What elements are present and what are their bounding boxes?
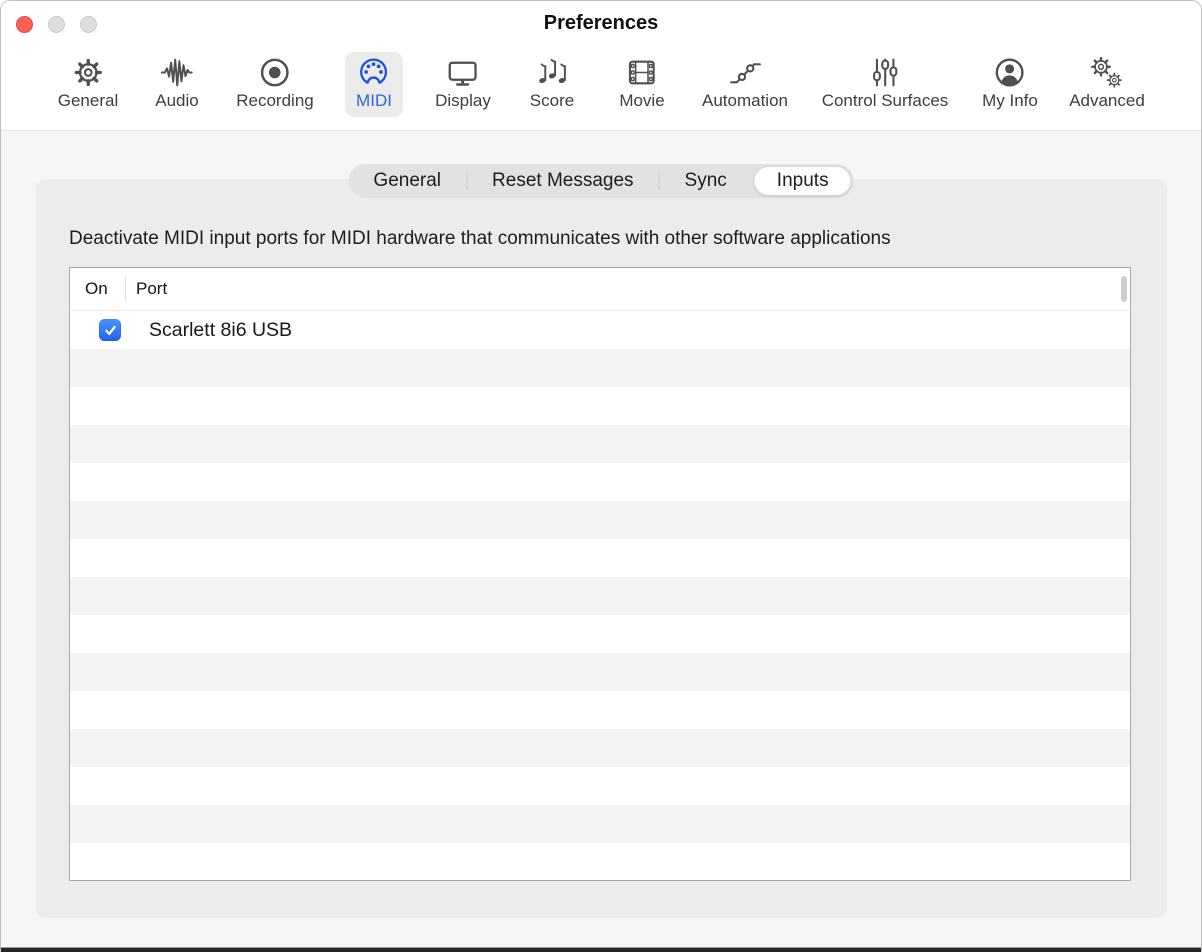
toolbar-item-audio[interactable]: Audio [144, 52, 209, 117]
toolbar-item-label: Audio [155, 91, 198, 111]
column-header-port: Port [126, 279, 167, 299]
toolbar-item-label: MIDI [356, 91, 392, 111]
column-header-on: On [70, 279, 125, 299]
empty-row [70, 577, 1130, 615]
toolbar-item-recording[interactable]: Recording [225, 52, 325, 117]
audio-icon [160, 56, 193, 89]
empty-row [70, 463, 1130, 501]
midi-tab-bar: GeneralReset MessagesSyncInputs [348, 164, 853, 198]
window-title: Preferences [1, 12, 1201, 35]
toolbar-item-automation[interactable]: Automation [691, 52, 799, 117]
toolbar-item-label: Recording [236, 91, 314, 111]
toolbar-item-label: Movie [619, 91, 664, 111]
toolbar-item-control-surfaces[interactable]: Control Surfaces [811, 52, 960, 117]
table-row[interactable]: Scarlett 8i6 USB [70, 311, 1130, 349]
port-enabled-checkbox[interactable] [99, 319, 121, 341]
table-header: On Port [70, 268, 1130, 311]
automation-icon [729, 56, 762, 89]
toolbar-item-my-info[interactable]: My Info [971, 52, 1049, 117]
display-icon [447, 56, 480, 89]
scrollbar-thumb[interactable] [1121, 276, 1127, 302]
tab-sync[interactable]: Sync [660, 164, 752, 198]
preferences-window: Preferences General Audio Recording MIDI Dis… [0, 0, 1202, 952]
empty-row [70, 425, 1130, 463]
toolbar-item-label: My Info [982, 91, 1038, 111]
toolbar-item-movie[interactable]: Movie [608, 52, 675, 117]
table-body: Scarlett 8i6 USB [70, 311, 1130, 881]
tab-inputs[interactable]: Inputs [754, 166, 852, 196]
port-name: Scarlett 8i6 USB [149, 319, 292, 342]
titlebar-toolbar: Preferences General Audio Recording MIDI Dis… [1, 1, 1201, 131]
empty-row [70, 729, 1130, 767]
toolbar-item-label: Score [530, 91, 574, 111]
toolbar-item-label: Display [435, 91, 491, 111]
empty-row [70, 691, 1130, 729]
empty-row [70, 539, 1130, 577]
general-icon [71, 56, 104, 89]
description-text: Deactivate MIDI input ports for MIDI har… [69, 228, 891, 250]
midi-icon [357, 56, 390, 89]
empty-row [70, 843, 1130, 881]
toolbar-item-label: General [58, 91, 118, 111]
toolbar-item-score[interactable]: Score [519, 52, 585, 117]
tab-reset-messages[interactable]: Reset Messages [467, 164, 659, 198]
empty-row [70, 387, 1130, 425]
empty-row [70, 501, 1130, 539]
toolbar-item-advanced[interactable]: Advanced [1058, 52, 1156, 117]
my-info-icon [994, 56, 1027, 89]
toolbar-item-label: Control Surfaces [822, 91, 949, 111]
toolbar-item-display[interactable]: Display [424, 52, 502, 117]
empty-row [70, 805, 1130, 843]
toolbar-item-midi[interactable]: MIDI [345, 52, 403, 117]
movie-icon [625, 56, 658, 89]
empty-row [70, 767, 1130, 805]
window-bottom-edge [1, 947, 1201, 952]
empty-row [70, 653, 1130, 691]
toolbar-item-general[interactable]: General [47, 52, 129, 117]
empty-row [70, 349, 1130, 387]
empty-row [70, 615, 1130, 653]
tab-general[interactable]: General [348, 164, 466, 198]
toolbar-item-label: Automation [702, 91, 788, 111]
score-icon [535, 56, 568, 89]
midi-pane: GeneralReset MessagesSyncInputs Deactiva… [1, 131, 1201, 947]
recording-icon [259, 56, 292, 89]
midi-input-table: On Port Scarlett 8i6 USB [69, 267, 1131, 881]
advanced-icon [1091, 56, 1124, 89]
toolbar-item-label: Advanced [1069, 91, 1145, 111]
control-surfaces-icon [869, 56, 902, 89]
